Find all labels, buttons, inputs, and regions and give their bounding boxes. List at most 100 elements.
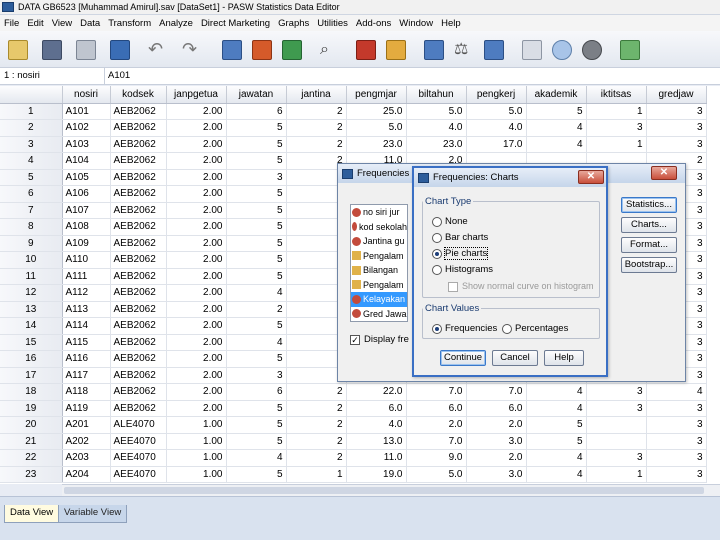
table-cell[interactable]: 5 [526,103,587,120]
insert-cases-icon[interactable] [356,40,376,60]
table-cell[interactable]: A105 [62,169,111,186]
table-cell[interactable]: 2.00 [166,383,227,401]
table-cell[interactable]: 5 [226,400,287,417]
column-header[interactable]: kodsek [110,86,167,104]
table-cell[interactable]: 7.0 [466,383,527,401]
row-number[interactable]: 17 [0,367,63,384]
print-icon[interactable] [76,40,96,60]
table-cell[interactable]: A113 [62,301,111,318]
table-cell[interactable]: 2.00 [166,367,227,384]
table-cell[interactable]: AEB2062 [110,251,167,269]
table-cell[interactable]: A108 [62,218,111,236]
cell-value-input[interactable]: A101 [108,70,130,81]
radio-percentages[interactable]: Percentages [502,323,568,334]
table-cell[interactable]: 1.00 [166,416,227,434]
table-cell[interactable]: 5 [526,416,587,434]
table-cell[interactable]: AEB2062 [110,103,167,120]
table-cell[interactable]: AEB2062 [110,152,167,170]
help-button[interactable]: Help [544,350,584,366]
table-cell[interactable]: 4 [526,449,587,467]
table-cell[interactable]: 2.00 [166,251,227,269]
table-cell[interactable]: 3 [646,400,707,417]
table-cell[interactable]: 5 [226,202,287,219]
undo-icon[interactable]: ↶ [148,40,168,60]
scrollbar-thumb[interactable] [64,487,704,494]
row-number[interactable]: 9 [0,235,63,252]
table-cell[interactable]: AEB2062 [110,185,167,203]
table-cell[interactable]: AEB2062 [110,268,167,285]
row-number[interactable]: 22 [0,449,63,467]
row-number[interactable]: 16 [0,350,63,368]
table-cell[interactable]: 5 [226,350,287,368]
table-cell[interactable]: 2 [226,301,287,318]
table-cell[interactable]: 3 [226,367,287,384]
close-icon[interactable]: ✕ [651,166,677,180]
row-number[interactable]: 20 [0,416,63,434]
row-number[interactable]: 10 [0,251,63,269]
column-header[interactable]: jawatan [226,86,287,104]
table-cell[interactable]: AEB2062 [110,301,167,318]
table-cell[interactable]: 2 [286,449,347,467]
table-cell[interactable]: 2 [286,136,347,153]
table-cell[interactable]: 11.0 [346,449,407,467]
table-cell[interactable]: 2.00 [166,317,227,335]
table-cell[interactable]: 3 [586,119,647,137]
row-number[interactable]: 6 [0,185,63,203]
bootstrap-button[interactable]: Bootstrap... [621,257,677,273]
table-cell[interactable]: 3 [226,169,287,186]
variable-item[interactable]: no siri jur [351,205,407,220]
menu-data[interactable]: Data [76,18,104,29]
table-cell[interactable]: 3 [646,136,707,153]
open-folder-icon[interactable] [8,40,28,60]
table-cell[interactable]: 4.0 [466,119,527,137]
variable-item[interactable]: Jantina gu [351,234,407,249]
close-icon[interactable]: ✕ [578,170,604,184]
table-cell[interactable]: 2.00 [166,350,227,368]
weight-cases-icon[interactable]: ⚖ [454,40,474,60]
go-to-variable-icon[interactable] [252,40,272,60]
column-header[interactable]: pengkerj [466,86,527,104]
row-number[interactable]: 19 [0,400,63,417]
table-cell[interactable]: 3 [646,433,707,450]
radio-bar-charts[interactable]: Bar charts [432,232,488,243]
table-cell[interactable]: A201 [62,416,111,434]
table-cell[interactable]: 4 [526,119,587,137]
table-cell[interactable]: AEB2062 [110,119,167,137]
table-cell[interactable]: 2 [286,383,347,401]
select-cases-icon[interactable] [484,40,504,60]
table-cell[interactable]: A109 [62,235,111,252]
row-number[interactable]: 11 [0,268,63,285]
table-cell[interactable]: 7.0 [406,433,467,450]
table-cell[interactable]: 2.00 [166,301,227,318]
horizontal-scrollbar[interactable] [62,484,720,496]
table-cell[interactable]: 2 [286,103,347,120]
table-cell[interactable]: 25.0 [346,103,407,120]
variable-item[interactable]: kod sekolah [351,220,407,235]
dialog-recall-icon[interactable] [110,40,130,60]
table-cell[interactable]: 5 [226,136,287,153]
table-cell[interactable]: 3 [646,466,707,483]
row-number[interactable]: 7 [0,202,63,219]
tab-data-view[interactable]: Data View [4,505,60,523]
column-header[interactable]: jantina [286,86,347,104]
table-cell[interactable]: A202 [62,433,111,450]
table-cell[interactable]: 1 [286,466,347,483]
column-header[interactable]: gredjaw [646,86,707,104]
table-cell[interactable]: 5.0 [346,119,407,137]
column-header[interactable]: biltahun [406,86,467,104]
table-cell[interactable]: A103 [62,136,111,153]
table-cell[interactable]: 4 [226,284,287,302]
table-cell[interactable]: A112 [62,284,111,302]
table-cell[interactable]: 2.00 [166,103,227,120]
column-header[interactable]: pengmjar [346,86,407,104]
table-cell[interactable]: A119 [62,400,111,417]
table-cell[interactable]: 5.0 [406,103,467,120]
go-to-case-icon[interactable] [222,40,242,60]
table-cell[interactable]: 5 [226,152,287,170]
table-cell[interactable]: 4 [526,136,587,153]
table-cell[interactable]: 3 [586,383,647,401]
table-cell[interactable]: 4 [526,466,587,483]
table-cell[interactable]: 5 [226,268,287,285]
row-number[interactable]: 13 [0,301,63,318]
table-cell[interactable]: A111 [62,268,111,285]
